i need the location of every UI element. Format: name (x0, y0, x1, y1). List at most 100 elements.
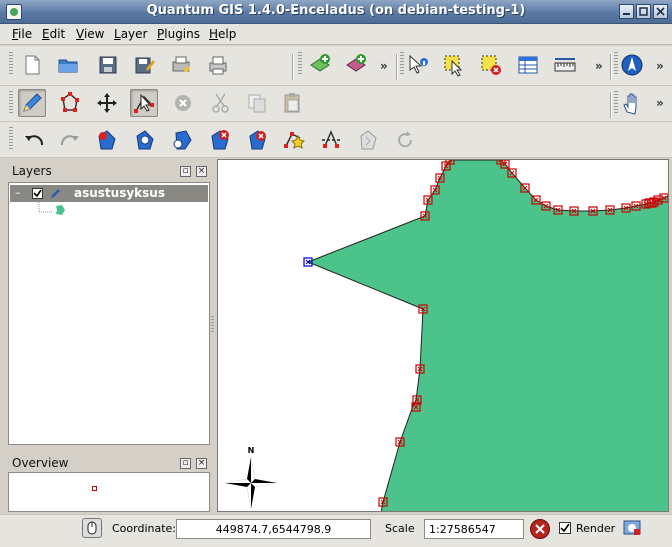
scale-label: Scale (385, 522, 415, 535)
layers-tree[interactable]: – asustusyksus (8, 182, 210, 445)
menu-help[interactable]: Help (209, 27, 236, 41)
toggle-extents-button[interactable] (82, 518, 102, 538)
layer-symbol-icon (56, 205, 65, 215)
undo-button[interactable] (20, 126, 48, 154)
toggle-editing-button[interactable] (18, 89, 46, 117)
menu-layer[interactable]: Layer (114, 27, 147, 41)
new-project-button[interactable] (18, 51, 46, 79)
menu-plugins[interactable]: Plugins (157, 27, 200, 41)
add-vector-layer-icon (310, 54, 330, 72)
polygon-feature[interactable] (306, 160, 669, 512)
redo-button[interactable] (56, 126, 84, 154)
map-canvas[interactable]: N (217, 159, 669, 512)
cut-features-button[interactable] (207, 89, 235, 117)
scissors-icon (212, 93, 229, 113)
toolbar-separator (610, 92, 612, 118)
menu-file[interactable]: File (12, 27, 32, 41)
panel-splitter[interactable] (211, 316, 214, 334)
add-part-icon (173, 130, 192, 150)
minimize-button[interactable] (619, 4, 634, 19)
collapse-toggle[interactable]: – (15, 186, 21, 199)
copy-features-button[interactable] (243, 89, 271, 117)
overview-float-button[interactable]: ▫ (180, 458, 191, 469)
render-checkbox[interactable] (559, 522, 571, 534)
hand-icon (623, 93, 637, 115)
projection-icon (623, 520, 641, 535)
title-bar: Quantum GIS 1.4.0-Enceladus (on debian-t… (0, 0, 672, 24)
north-label: N (248, 446, 255, 455)
minimize-icon (623, 13, 630, 15)
capture-polygon-button[interactable] (56, 89, 84, 117)
maximize-button[interactable] (636, 4, 651, 19)
node-tool-button[interactable] (130, 89, 158, 117)
copy-icon (248, 94, 266, 113)
measure-line-button[interactable] (551, 51, 579, 79)
toolbar-overflow-button[interactable]: » (656, 96, 664, 110)
add-ring-button[interactable] (131, 126, 159, 154)
open-project-button[interactable] (54, 51, 82, 79)
stop-rendering-button[interactable] (530, 519, 550, 539)
node-tool-icon (134, 93, 154, 113)
north-arrow-button[interactable] (618, 51, 646, 79)
simplify-icon (98, 130, 116, 150)
toolbar-overflow-button[interactable]: » (380, 59, 388, 73)
paste-features-button[interactable] (278, 89, 306, 117)
simplify-feature-button[interactable] (93, 126, 121, 154)
toolbar-grip[interactable] (9, 91, 13, 115)
split-features-button[interactable] (317, 126, 345, 154)
coordinate-label: Coordinate: (112, 522, 177, 535)
reshape-icon (284, 132, 305, 149)
add-vector-layer-button[interactable] (306, 51, 334, 79)
overview-map[interactable] (8, 472, 210, 512)
identify-features-button[interactable] (404, 51, 432, 79)
pan-map-button[interactable] (618, 89, 646, 117)
add-ring-icon (136, 130, 154, 150)
menu-view[interactable]: View (76, 27, 104, 41)
deselect-features-button[interactable] (477, 51, 505, 79)
toolbar-grip[interactable] (298, 52, 302, 76)
layers-float-button[interactable]: ▫ (180, 166, 191, 177)
rotate-point-symbols-button[interactable] (391, 126, 419, 154)
projection-button[interactable] (623, 519, 641, 537)
deselect-icon (481, 55, 501, 75)
menu-bar: File Edit View Layer Plugins Help (0, 24, 672, 45)
overview-panel-title: Overview (12, 456, 69, 470)
merge-features-button[interactable] (354, 126, 382, 154)
overview-close-button[interactable]: × (196, 458, 207, 469)
select-features-button[interactable] (440, 51, 468, 79)
toolbar-overflow-button[interactable]: » (656, 59, 664, 73)
move-feature-button[interactable] (93, 89, 121, 117)
toolbar-overflow-button[interactable]: » (595, 59, 603, 73)
add-raster-layer-button[interactable] (342, 51, 370, 79)
layers-close-button[interactable]: × (196, 166, 207, 177)
delete-part-button[interactable] (243, 126, 271, 154)
menu-edit[interactable]: Edit (42, 27, 65, 41)
print-composer-button[interactable] (167, 51, 195, 79)
close-button[interactable] (653, 4, 668, 19)
north-arrow: N (225, 446, 277, 509)
save-icon (99, 56, 117, 74)
print-composer-icon (172, 56, 190, 72)
scale-field[interactable]: 1:27586547 (424, 519, 524, 539)
save-project-button[interactable] (94, 51, 122, 79)
toolbar-advanced-digitizing (0, 122, 672, 158)
coordinate-field[interactable]: 449874.7,6544798.9 (176, 519, 371, 539)
add-part-button[interactable] (168, 126, 196, 154)
overview-extent-marker (92, 486, 97, 491)
open-attribute-table-button[interactable] (514, 51, 542, 79)
redo-icon (60, 135, 79, 146)
toolbar-grip[interactable] (9, 127, 13, 151)
close-icon (656, 7, 665, 16)
print-button[interactable] (204, 51, 232, 79)
layer-row-asustusyksus[interactable]: – asustusyksus (10, 185, 208, 202)
delete-ring-button[interactable] (206, 126, 234, 154)
reshape-features-button[interactable] (280, 126, 308, 154)
delete-selected-button[interactable] (169, 89, 197, 117)
delete-part-icon (249, 130, 266, 150)
toolbar-grip[interactable] (9, 52, 13, 76)
identify-icon (409, 54, 428, 74)
merge-icon (360, 130, 377, 150)
checkmark-icon (33, 189, 42, 198)
save-as-button[interactable] (130, 51, 158, 79)
layer-visibility-checkbox[interactable] (32, 188, 43, 199)
